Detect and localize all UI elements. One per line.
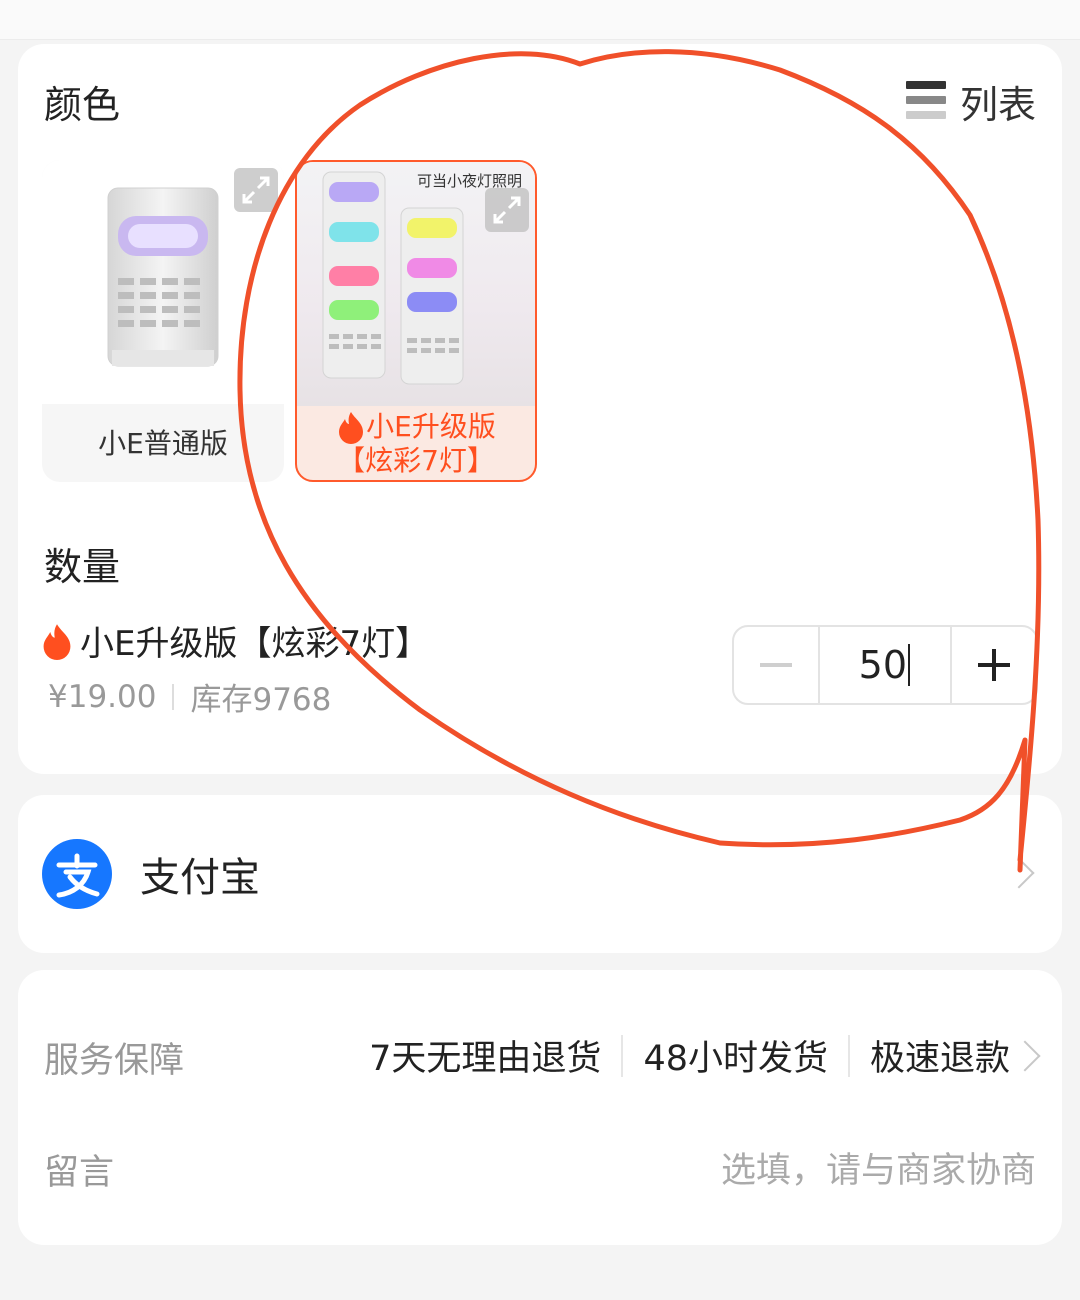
expand-icon[interactable] [234,168,278,212]
payment-card: 支付宝 [18,795,1062,953]
price: ¥19.00 [48,678,157,715]
payment-method-label: 支付宝 [140,855,260,901]
selected-product-name: 小E升级版【炫彩7灯】 [40,616,429,665]
increase-button[interactable] [952,627,1036,703]
plus-icon [978,649,1010,681]
expand-icon[interactable] [485,188,529,232]
variant-option-upgrade[interactable]: 可当小夜灯照明 小E升级版 【炫彩7灯】 [295,160,537,482]
service-label: 服务保障 [44,1041,185,1081]
sku-card: 颜色 列表 小E普通版 可当小夜灯照明 小E升级版 【炫彩7灯】 数量 小E升级… [18,44,1062,774]
minus-icon [760,663,792,667]
decrease-button[interactable] [734,627,818,703]
fire-icon [339,412,364,444]
alipay-icon [42,839,112,909]
service-item: 极速退款 [869,1039,1010,1079]
color-section-title: 颜色 [44,83,121,127]
note-input[interactable]: 选填，请与商家协商 [721,1142,1036,1193]
note-label: 留言 [44,1153,115,1193]
service-items[interactable]: 7天无理由退货 48小时发货 极速退款 [369,1030,1010,1081]
list-icon [905,81,946,121]
top-bar [0,0,1080,40]
stock-count: 库存9768 [190,682,332,718]
text-cursor [908,644,910,686]
fire-icon [43,623,71,660]
quantity-input[interactable]: 50 [818,627,952,703]
divider [172,683,175,710]
variant-label: 小E普通版 [98,427,228,460]
variant-label: 小E升级版 【炫彩7灯】 [337,410,496,477]
chevron-right-icon [1009,1040,1041,1072]
service-item: 7天无理由退货 [369,1039,602,1079]
variant-option-normal[interactable]: 小E普通版 [42,160,284,482]
service-card: 服务保障 7天无理由退货 48小时发货 极速退款 留言 选填，请与商家协商 [18,970,1062,1245]
quantity-section-title: 数量 [44,545,121,589]
price-stock-line: ¥19.00 库存9768 [48,674,331,719]
list-view-toggle[interactable]: 列表 [905,76,1036,127]
payment-method-row[interactable]: 支付宝 [18,795,1062,953]
divider [847,1034,850,1077]
divider [621,1034,624,1077]
quantity-stepper[interactable]: 50 [732,625,1038,705]
service-item: 48小时发货 [643,1039,828,1079]
list-view-label: 列表 [959,82,1036,127]
